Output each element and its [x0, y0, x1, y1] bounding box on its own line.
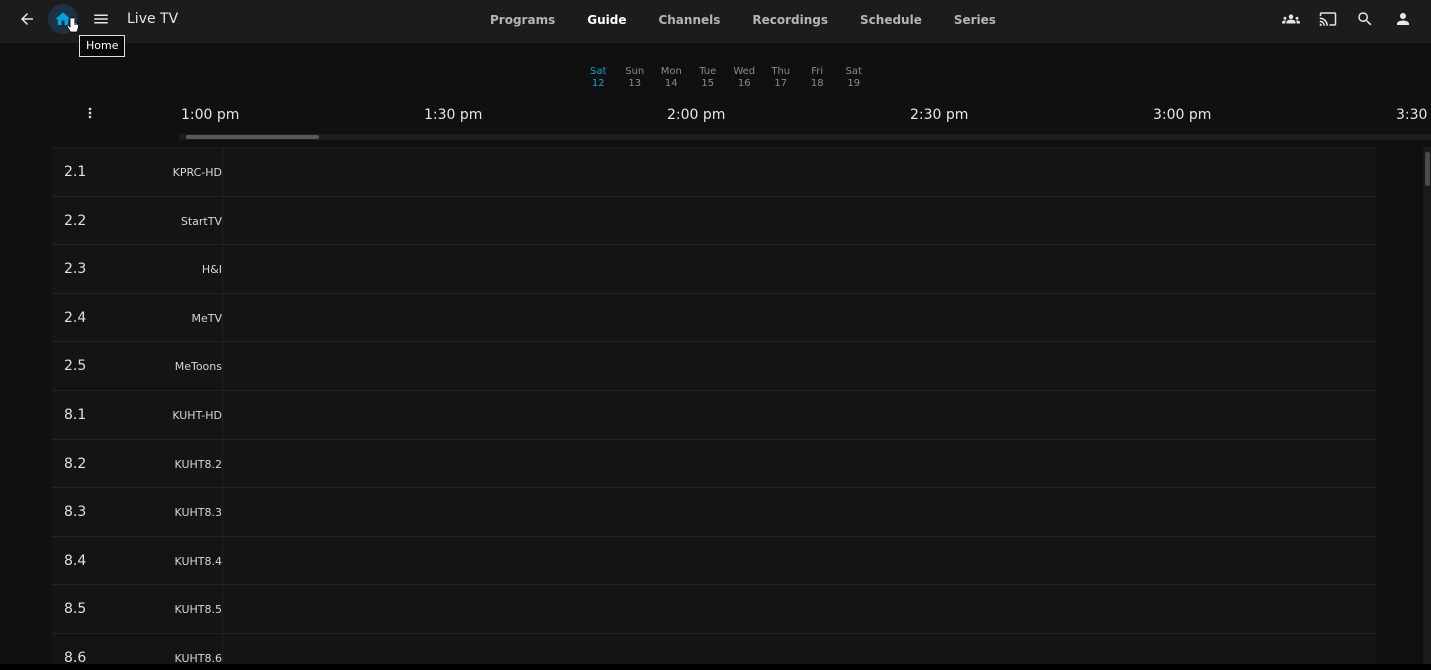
- program-cells[interactable]: [223, 585, 1376, 633]
- arrow-left-icon: [21, 13, 33, 25]
- home-tooltip: Home: [79, 35, 126, 57]
- channel-row[interactable]: 8.2 KUHT8.2: [52, 439, 1376, 489]
- user-icon: [1397, 13, 1409, 25]
- channel-name: KPRC-HD: [172, 166, 222, 179]
- user-menu-button[interactable]: [1388, 4, 1418, 34]
- channel-scrollbar[interactable]: [1423, 147, 1431, 665]
- channel-number: 8.2: [64, 455, 87, 472]
- timeslot-label: 1:00 pm: [181, 107, 240, 123]
- channel-row[interactable]: 2.3 H&I: [52, 245, 1376, 294]
- channel-name: KUHT8.6: [174, 651, 222, 665]
- day-tab[interactable]: Sat 12: [580, 66, 617, 90]
- channel-name: KUHT8.5: [174, 603, 222, 617]
- channel-number: 2.1: [64, 164, 87, 180]
- channel-number: 2.2: [64, 212, 87, 229]
- channel-number: 8.5: [64, 601, 87, 618]
- mouse-pointer-icon: [66, 17, 79, 33]
- channel-name: KUHT-HD: [172, 408, 222, 422]
- day-tab[interactable]: Tue 15: [690, 66, 727, 90]
- page-title: Live TV: [127, 11, 179, 27]
- search-icon: [1358, 12, 1372, 26]
- timeline-scrollbar[interactable]: [179, 134, 1431, 140]
- program-cells[interactable]: [223, 196, 1376, 245]
- channel-row[interactable]: 2.1 KPRC-HD: [52, 148, 1376, 197]
- day-tab[interactable]: Wed 16: [726, 66, 763, 90]
- channel-row[interactable]: 8.5 KUHT8.5: [52, 585, 1376, 634]
- channel-name: MeToons: [174, 360, 222, 374]
- day-tab[interactable]: Mon 14: [653, 66, 690, 90]
- channel-number: 2.4: [64, 309, 87, 326]
- channel-row[interactable]: 2.2 StartTV: [52, 196, 1376, 246]
- channel-row[interactable]: 8.3 KUHT8.3: [52, 488, 1376, 537]
- main-tabs: Programs Guide Channels Recordings Sched…: [474, 0, 1012, 43]
- program-cells[interactable]: [223, 148, 1376, 196]
- channel-name: KUHT8.4: [174, 554, 222, 568]
- search-button[interactable]: [1350, 4, 1380, 34]
- program-cells[interactable]: [223, 245, 1376, 293]
- tab-schedule[interactable]: Schedule: [844, 0, 938, 43]
- hamburger-menu-icon: [94, 14, 108, 24]
- timeslot-label: 2:00 pm: [667, 107, 726, 123]
- tab-channels[interactable]: Channels: [642, 0, 736, 43]
- channel-list: 2.1 KPRC-HD 2.2 StartTV 2.3 H&I 2.4 MeTV…: [52, 147, 1376, 670]
- channel-number: 8.3: [64, 504, 87, 521]
- cast-button[interactable]: [1313, 4, 1343, 34]
- day-tab[interactable]: Fri 18: [799, 66, 836, 90]
- day-tab[interactable]: Sun 13: [617, 66, 654, 90]
- channel-number: 2.3: [64, 261, 87, 278]
- timeslot-label: 3:00 pm: [1153, 107, 1212, 123]
- channel-row[interactable]: 2.5 MeToons: [52, 342, 1376, 391]
- guide-options-button[interactable]: [80, 102, 100, 124]
- channel-name: H&I: [201, 263, 222, 277]
- timeslot-label: 2:30 pm: [910, 107, 969, 123]
- channel-number: 8.4: [64, 552, 87, 569]
- program-cells[interactable]: [223, 342, 1376, 390]
- group-icon: [1282, 14, 1300, 24]
- program-cells[interactable]: [223, 488, 1376, 536]
- day-selector: Sat 12 Sun 13 Mon 14 Tue 15 Wed 16 Thu 17 Fri 1…: [580, 66, 872, 90]
- tab-series[interactable]: Series: [938, 0, 1012, 43]
- channel-number: 8.1: [64, 406, 87, 423]
- syncplay-button[interactable]: [1276, 4, 1306, 34]
- channel-row[interactable]: 8.4 KUHT8.4: [52, 536, 1376, 586]
- timeslot-label: 1:30 pm: [424, 107, 483, 123]
- timeline-scroll-thumb[interactable]: [186, 135, 319, 139]
- day-tab[interactable]: Sat 19: [836, 66, 873, 90]
- channel-name: StartTV: [180, 214, 222, 228]
- program-cells[interactable]: [223, 536, 1376, 585]
- back-button[interactable]: [12, 4, 42, 34]
- channel-name: KUHT8.2: [174, 457, 222, 471]
- channel-row[interactable]: 8.1 KUHT-HD: [52, 390, 1376, 440]
- program-cells[interactable]: [223, 439, 1376, 488]
- channel-number: 2.5: [64, 358, 87, 375]
- more-vertical-icon: [88, 107, 92, 119]
- tab-programs[interactable]: Programs: [474, 0, 571, 43]
- program-cells[interactable]: [223, 293, 1376, 342]
- tab-guide[interactable]: Guide: [571, 0, 642, 43]
- program-cells[interactable]: [223, 390, 1376, 439]
- timeslot-label: 3:30 pm: [1396, 107, 1431, 123]
- day-tab[interactable]: Thu 17: [763, 66, 800, 90]
- channel-scroll-thumb[interactable]: [1425, 152, 1430, 186]
- bottom-edge: [0, 664, 1431, 670]
- cast-icon: [1319, 12, 1337, 26]
- menu-button[interactable]: [86, 4, 116, 34]
- channel-row[interactable]: 2.4 MeTV: [52, 293, 1376, 343]
- app-header: Live TV Programs Guide Channels Recordin…: [0, 0, 1431, 43]
- channel-name: MeTV: [191, 311, 222, 325]
- tab-recordings[interactable]: Recordings: [736, 0, 844, 43]
- channel-name: KUHT8.3: [174, 506, 222, 520]
